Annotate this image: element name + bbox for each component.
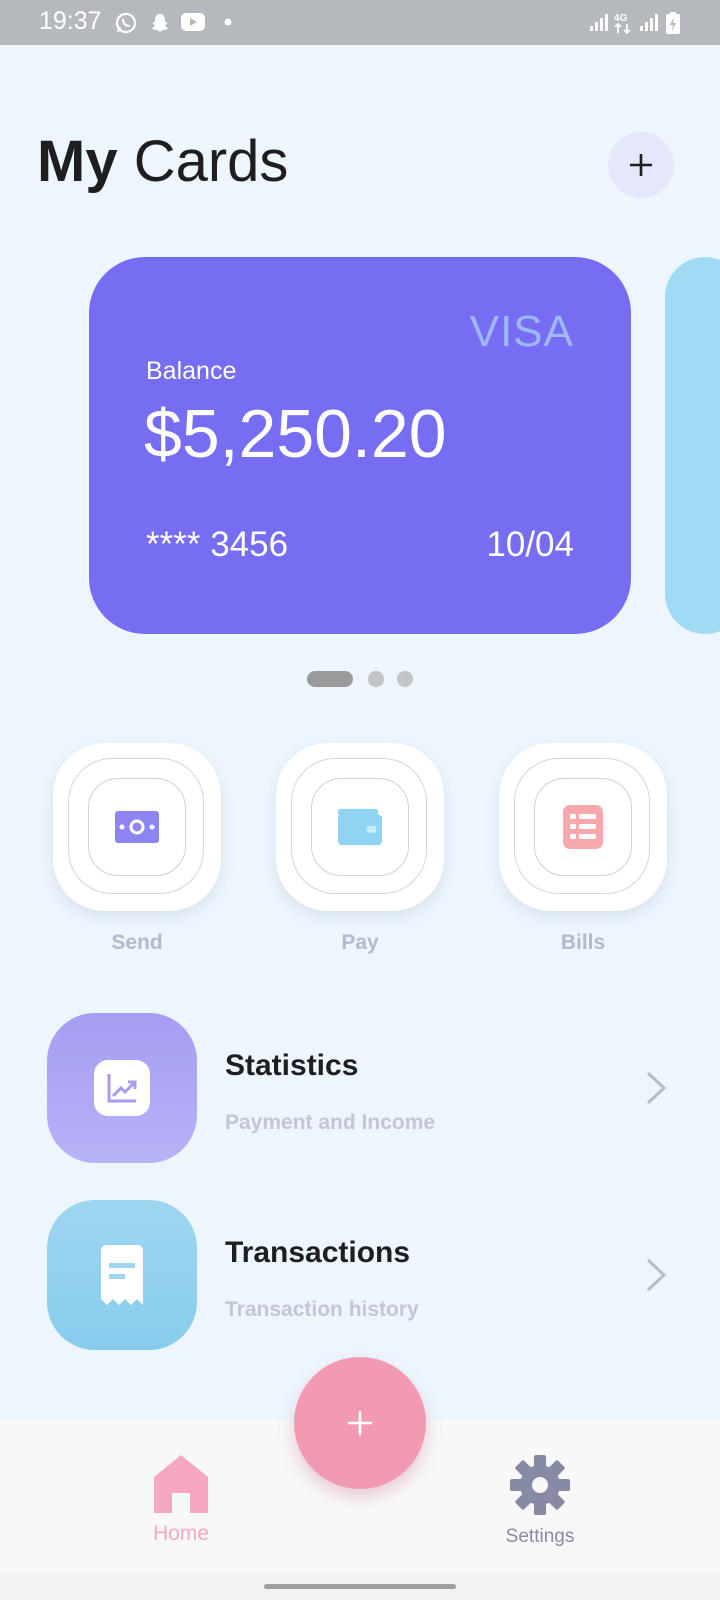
plus-icon	[348, 1411, 372, 1435]
chart-icon	[94, 1060, 150, 1116]
receipt-icon	[101, 1245, 143, 1305]
bills-button[interactable]	[499, 743, 667, 911]
dot-icon	[224, 18, 232, 26]
transactions-row[interactable]: Transactions Transaction history	[47, 1200, 687, 1350]
plus-icon	[630, 154, 652, 176]
nav-settings[interactable]: Settings	[500, 1455, 580, 1548]
card-balance-label: Balance	[146, 357, 237, 385]
bills-label: Bills	[560, 931, 606, 954]
nav-home[interactable]: Home	[148, 1455, 214, 1546]
send-label: Send	[111, 931, 163, 954]
bill-list-icon	[561, 805, 605, 849]
status-time: 19:37	[39, 7, 102, 35]
add-card-button[interactable]	[608, 132, 674, 198]
pay-label: Pay	[341, 931, 379, 954]
nav-settings-label: Settings	[505, 1526, 575, 1547]
transactions-subtitle: Transaction history	[225, 1298, 419, 1321]
card-brand: VISA	[469, 307, 574, 356]
nav-home-label: Home	[152, 1522, 210, 1545]
chevron-right-icon	[646, 1258, 667, 1292]
svg-text:4G: 4G	[614, 13, 628, 24]
transactions-title: Transactions	[225, 1236, 411, 1269]
page-title-word-2: Cards	[133, 129, 289, 194]
page-title-word-1: My	[37, 129, 118, 194]
whatsapp-icon	[115, 12, 137, 34]
page-title: My Cards	[37, 128, 288, 195]
battery-charging-icon	[666, 12, 680, 34]
statistics-tile	[47, 1013, 197, 1163]
fab-add-button[interactable]	[294, 1357, 426, 1489]
card-expiry: 10/04	[486, 525, 574, 564]
transactions-tile	[47, 1200, 197, 1350]
pager-dot	[368, 671, 384, 687]
gear-icon	[510, 1455, 570, 1515]
snapchat-icon	[152, 14, 168, 32]
youtube-icon	[181, 13, 205, 31]
chevron-right-icon	[646, 1071, 667, 1105]
statistics-row[interactable]: Statistics Payment and Income	[47, 1013, 687, 1163]
home-indicator[interactable]	[264, 1584, 456, 1589]
card-balance: $5,250.20	[144, 396, 447, 472]
wallet-icon	[338, 805, 382, 849]
send-button[interactable]	[53, 743, 221, 911]
credit-card[interactable]: VISA Balance $5,250.20 **** 3456 10/04	[89, 257, 631, 634]
banknote-icon	[115, 805, 159, 849]
statistics-title: Statistics	[225, 1049, 359, 1082]
next-card-peek[interactable]	[665, 257, 720, 634]
pager-dot	[397, 671, 413, 687]
4g-icon: 4G	[614, 13, 631, 35]
statistics-subtitle: Payment and Income	[225, 1111, 436, 1134]
signal-icon	[590, 14, 608, 31]
signal-icon	[640, 14, 658, 31]
status-bar	[0, 0, 720, 45]
pay-button[interactable]	[276, 743, 444, 911]
home-icon	[154, 1455, 208, 1513]
card-number: **** 3456	[146, 525, 289, 564]
pager-dot-active	[307, 671, 353, 687]
